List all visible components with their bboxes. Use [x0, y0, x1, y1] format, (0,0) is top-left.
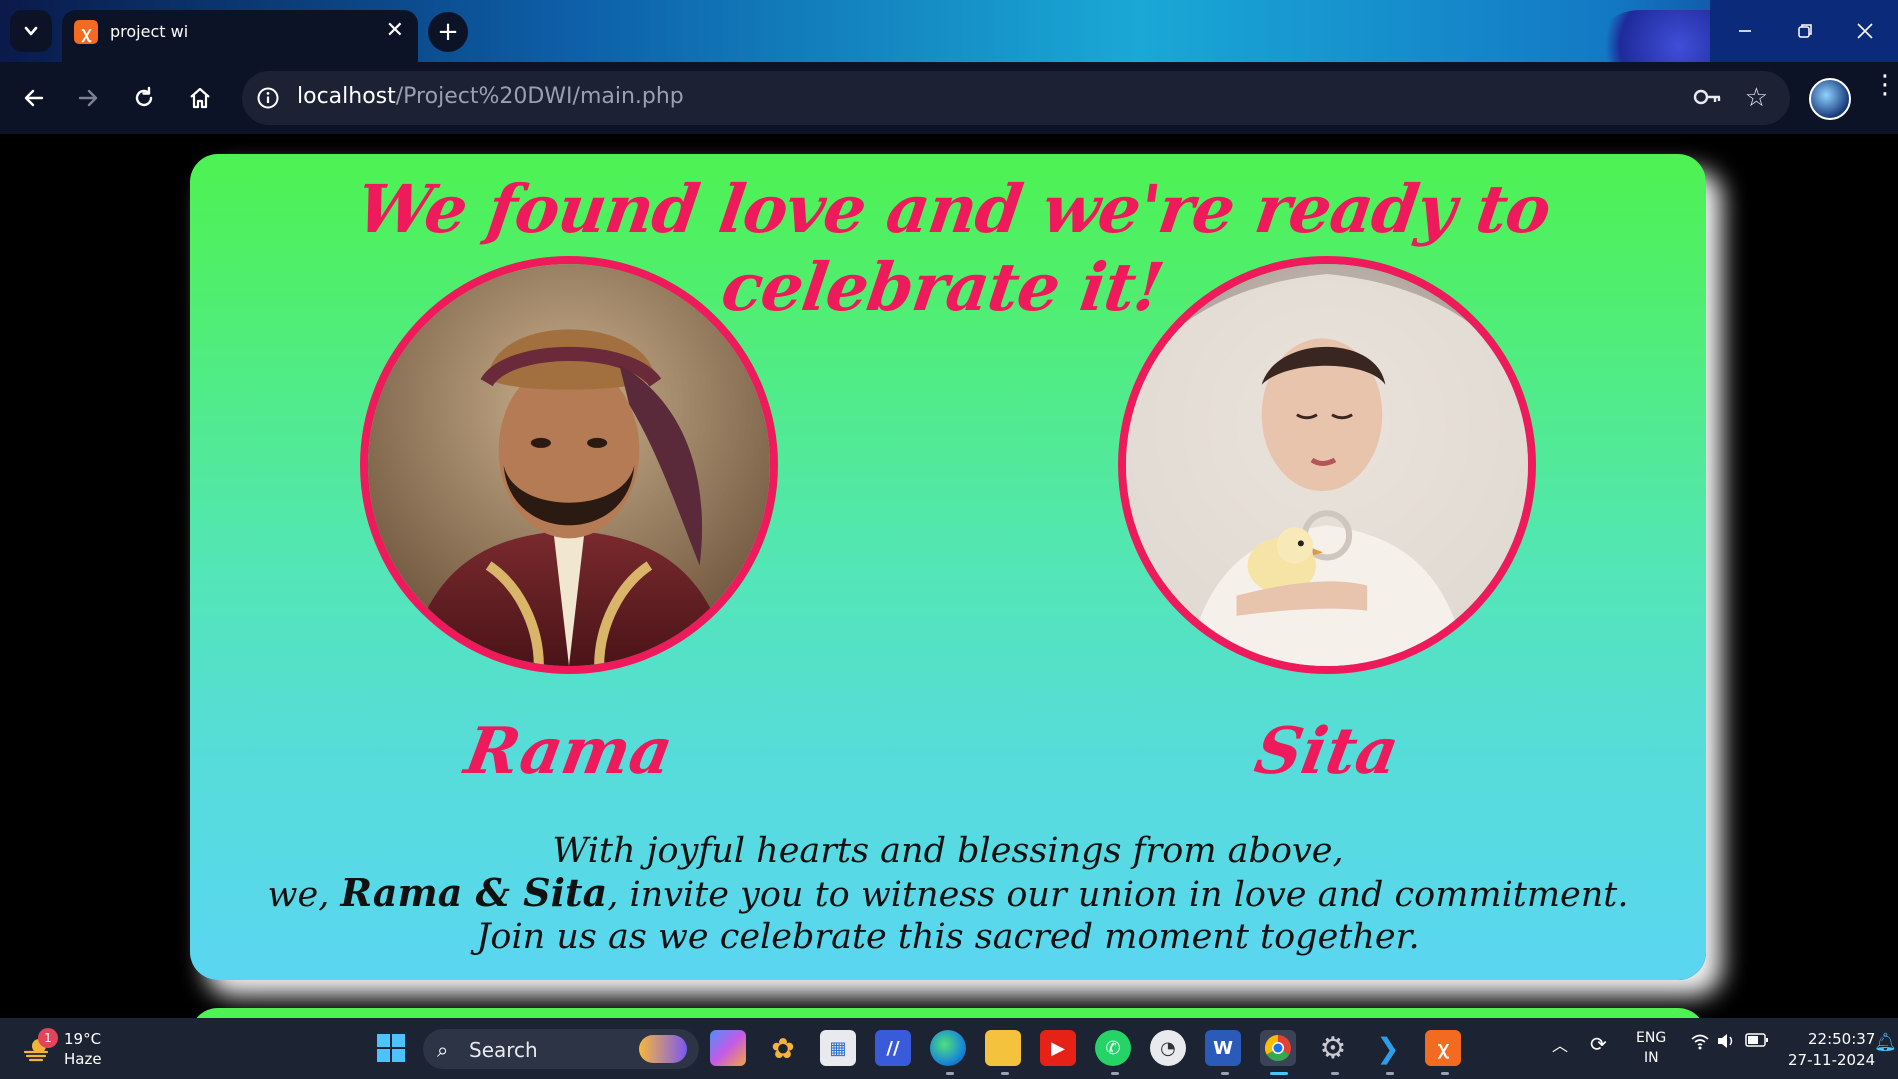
windows-taskbar: 1 19°C Haze ⌕ Search ✿ ▦ // ▶ ✆ ◔ W ⚙ ❯ …: [0, 1018, 1898, 1079]
weather-alert-badge: 1: [38, 1028, 58, 1048]
settings-gear-icon[interactable]: ⚙: [1315, 1030, 1351, 1066]
reload-button[interactable]: [124, 78, 164, 118]
xampp-favicon-icon: ꭓ: [74, 20, 98, 44]
search-label: Search: [469, 1038, 538, 1062]
password-key-icon[interactable]: [1692, 84, 1722, 114]
groom-portrait: [360, 256, 778, 674]
weather-condition[interactable]: Haze: [64, 1050, 102, 1068]
forward-button[interactable]: [68, 78, 108, 118]
invitation-text: With joyful hearts and blessings from ab…: [230, 830, 1666, 958]
back-button[interactable]: [14, 78, 54, 118]
home-button[interactable]: [180, 78, 220, 118]
url-text[interactable]: localhost/Project%20DWI/main.php: [297, 84, 684, 109]
xampp-running-indicator: [1441, 1072, 1449, 1075]
home-icon: [190, 87, 210, 109]
bride-portrait: [1118, 256, 1536, 674]
page-headline: We found love and we're ready to celebra…: [352, 170, 1555, 326]
word-app-icon[interactable]: W: [1205, 1030, 1241, 1066]
profile-avatar[interactable]: [1809, 78, 1851, 120]
invitation-card: We found love and we're ready to celebra…: [190, 154, 1706, 980]
wallpaper-glow: [1588, 10, 1718, 62]
clock-time[interactable]: 22:50:37: [1808, 1030, 1875, 1048]
search-icon: ⌕: [437, 1038, 449, 1062]
notification-bell-icon[interactable]: 🔔︎: [1874, 1032, 1897, 1053]
whatsapp-app-icon[interactable]: ✆: [1095, 1030, 1131, 1066]
chevron-down-icon: [24, 26, 38, 36]
clock-app-icon[interactable]: ◔: [1150, 1030, 1186, 1066]
url-host: localhost: [297, 84, 396, 109]
url-path: /Project%20DWI/main.php: [395, 84, 684, 109]
new-tab-button[interactable]: +: [428, 12, 468, 52]
photos-app-icon[interactable]: ✿: [765, 1030, 801, 1066]
battery-icon[interactable]: [1745, 1032, 1769, 1052]
settings-running-indicator: [1331, 1072, 1339, 1075]
file-explorer-app-icon[interactable]: [985, 1030, 1021, 1066]
region-indicator[interactable]: IN: [1644, 1050, 1659, 1066]
volume-icon[interactable]: [1716, 1032, 1736, 1054]
browser-tab-active[interactable]: ꭓ project wi ✕: [62, 10, 418, 62]
explorer-running-indicator: [1001, 1072, 1009, 1075]
tab-close-icon[interactable]: ✕: [386, 18, 404, 43]
reload-icon: [135, 86, 153, 107]
copilot-app-icon[interactable]: [710, 1030, 746, 1066]
window-controls: [1710, 0, 1898, 62]
word-running-indicator: [1221, 1072, 1229, 1075]
vscode-running-indicator: [1386, 1072, 1394, 1075]
restore-icon: [1798, 24, 1812, 38]
windows-start-button[interactable]: [376, 1033, 406, 1063]
bride-name: Sita: [1249, 714, 1405, 789]
invite-line1: With joyful hearts and blessings from ab…: [552, 831, 1344, 871]
close-icon: [1857, 23, 1873, 39]
whatsapp-running-indicator: [1111, 1072, 1119, 1075]
browser-toolbar: localhost/Project%20DWI/main.php ☆ ⋮: [0, 62, 1898, 134]
weather-temperature[interactable]: 19°C: [64, 1030, 101, 1048]
site-info-icon[interactable]: [252, 82, 284, 114]
clock-date[interactable]: 27-11-2024: [1788, 1051, 1875, 1069]
xampp-app-icon[interactable]: ꭓ: [1425, 1030, 1461, 1066]
bride-photo-illustration: [1126, 264, 1528, 666]
store-app-icon[interactable]: ▦: [820, 1030, 856, 1066]
bing-highlight-icon: [639, 1035, 687, 1063]
groom-photo-illustration: [368, 264, 770, 666]
bookmark-star-icon[interactable]: ☆: [1745, 83, 1768, 113]
youtube-app-icon[interactable]: ▶: [1040, 1030, 1076, 1066]
windows-logo-icon: [377, 1034, 405, 1062]
close-window-button[interactable]: [1830, 0, 1898, 62]
address-bar[interactable]: localhost/Project%20DWI/main.php ☆: [242, 71, 1790, 125]
next-section-card: [190, 1008, 1706, 1018]
groom-name: Rama: [459, 714, 679, 789]
arrow-right-icon: [78, 89, 98, 107]
chrome-active-indicator: [1270, 1072, 1288, 1075]
codewriter-app-icon[interactable]: //: [875, 1030, 911, 1066]
tab-search-button[interactable]: [10, 10, 52, 52]
invite-post: , invite you to witness our union in lov…: [476, 875, 1629, 957]
wifi-icon[interactable]: [1690, 1032, 1710, 1054]
browser-tabstrip: ꭓ project wi ✕ +: [0, 0, 1898, 62]
tray-overflow-chevron-icon[interactable]: ︿: [1552, 1032, 1568, 1056]
page-viewport: We found love and we're ready to celebra…: [0, 134, 1898, 1018]
edge-running-indicator: [946, 1072, 954, 1075]
vscode-app-icon[interactable]: ❯: [1370, 1030, 1406, 1066]
invite-couple: Rama & Sita: [340, 870, 608, 915]
chrome-app-icon[interactable]: [1260, 1030, 1296, 1066]
language-indicator[interactable]: ENG: [1636, 1030, 1666, 1046]
edge-app-icon[interactable]: [930, 1030, 966, 1066]
arrow-left-icon: [24, 89, 44, 107]
invite-pre: we,: [267, 875, 341, 915]
tab-title: project wi: [110, 22, 189, 41]
menu-kebab-icon[interactable]: ⋮: [1872, 72, 1898, 98]
minimize-icon: [1739, 30, 1751, 32]
invite-line2: we, Rama & Sita, invite you to witness o…: [230, 872, 1666, 958]
sync-icon[interactable]: ⟳: [1590, 1032, 1607, 1056]
taskbar-search-box[interactable]: ⌕ Search: [423, 1029, 699, 1069]
